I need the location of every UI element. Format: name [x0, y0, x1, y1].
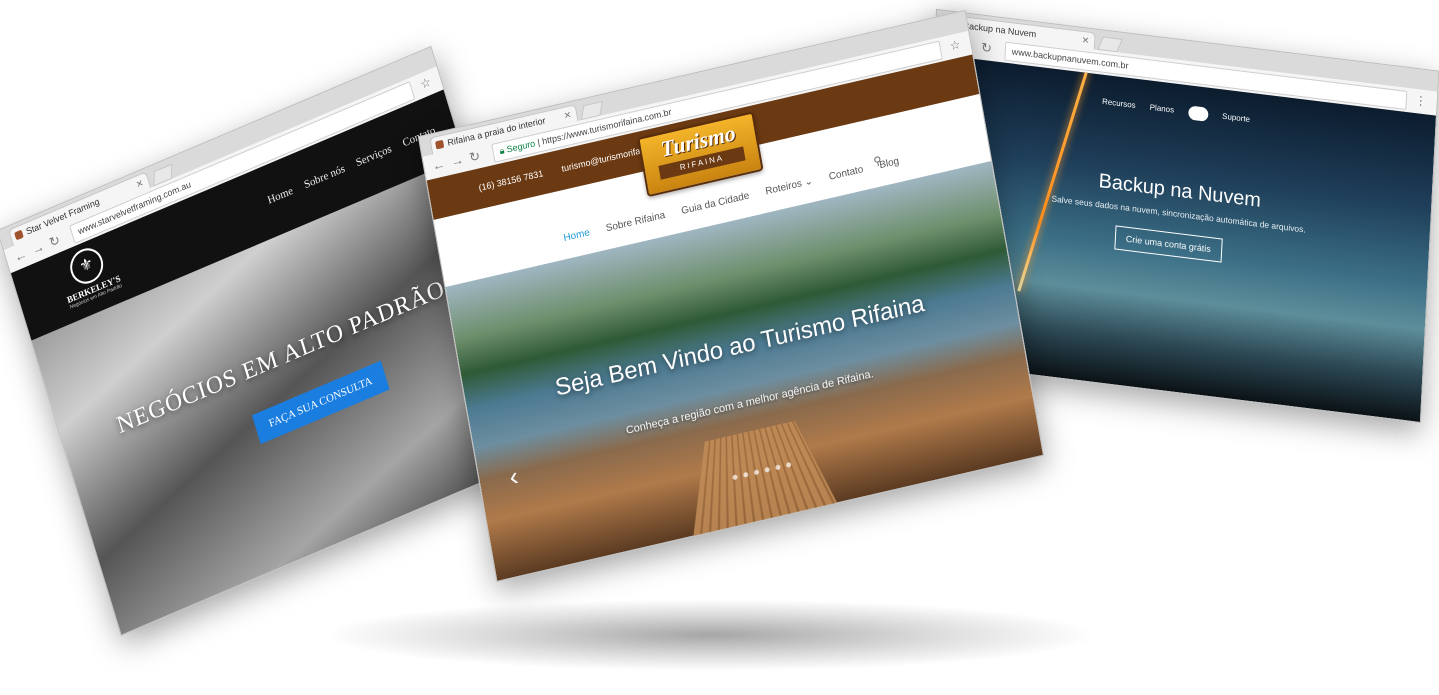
nav-support[interactable]: Suporte — [1222, 112, 1250, 124]
nav-guide[interactable]: Guia da Cidade — [681, 190, 751, 216]
floor-shadow — [330, 600, 1090, 670]
bookmark-star-icon[interactable]: ☆ — [419, 74, 433, 92]
browser-window-turismo: Rifaina a praia do interior ✕ ←→↻ 🔒︎ Seg… — [417, 9, 1045, 583]
phone-number[interactable]: (16) 38156 7831 — [478, 168, 544, 193]
search-icon[interactable]: ⚲ — [872, 154, 883, 169]
site-nav: Recursos Planos Suporte — [1102, 95, 1263, 129]
cloud-icon[interactable] — [1187, 105, 1209, 122]
slider-dots[interactable] — [487, 398, 1036, 542]
menu-icon[interactable]: ⋮ — [1414, 93, 1427, 108]
nav-about[interactable]: Sobre nós — [303, 163, 347, 192]
nav-home[interactable]: Home — [563, 227, 591, 244]
bookmark-star-icon[interactable]: ☆ — [949, 37, 962, 53]
secure-label: Seguro — [505, 138, 536, 155]
favicon-icon — [435, 139, 445, 150]
nav-about[interactable]: Sobre Rifaina — [605, 210, 666, 234]
favicon-icon — [14, 229, 24, 241]
nav-services[interactable]: Serviços — [355, 143, 393, 169]
chevron-left-icon[interactable]: ‹ — [507, 461, 521, 494]
close-icon[interactable]: ✕ — [1081, 32, 1090, 50]
nav-home[interactable]: Home — [266, 185, 294, 207]
nav-features[interactable]: Recursos — [1102, 97, 1136, 110]
nav-contact[interactable]: Contato — [828, 164, 864, 183]
nav-tours[interactable]: Roteiros ⌄ — [765, 176, 814, 198]
nav-plans[interactable]: Planos — [1150, 103, 1175, 115]
create-account-button[interactable]: Crie uma conta grátis — [1114, 225, 1223, 263]
